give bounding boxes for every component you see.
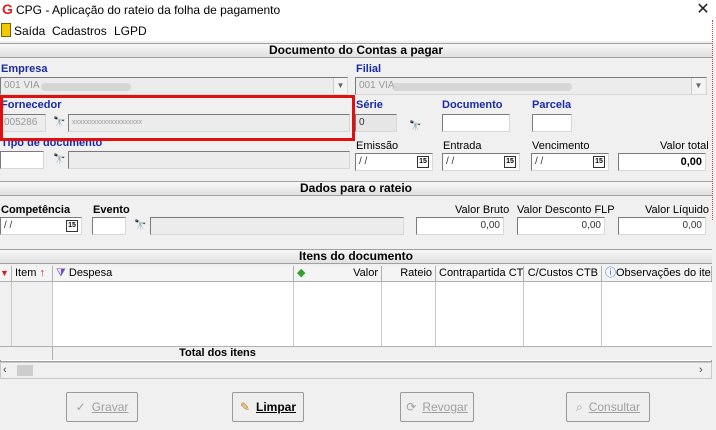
calendar-icon[interactable]: 15 [417,156,429,168]
valor-bruto-label: Valor Bruto [455,204,510,216]
entrada-label: Entrada [443,140,482,152]
gravar-button[interactable]: ✓ Gravar [66,392,138,422]
binoculars-icon[interactable]: 🔭 [53,154,65,165]
close-button[interactable]: ✕ [690,0,716,20]
horizontal-scrollbar[interactable]: ‹ › [0,362,712,379]
total-itens-label: Total dos itens [179,347,256,359]
valor-liquido-field[interactable]: 0,00 [618,217,706,235]
calendar-icon[interactable]: 15 [66,220,78,232]
menu-cadastros[interactable]: Cadastros [52,24,107,38]
contrapartida-col [436,282,524,346]
valor-bruto-field[interactable]: 0,00 [416,217,504,235]
scrollbar-thumb[interactable] [17,365,33,376]
binoculars-icon[interactable]: 🔭 [409,121,421,132]
sort-icon: ↑ [39,267,45,279]
menu-saida[interactable]: Saída [14,24,45,38]
limpar-button[interactable]: ✎ Limpar [232,392,304,422]
empresa-select[interactable]: 001 VIA [0,77,348,95]
valor-desconto-label: Valor Desconto FLP [517,204,615,216]
door-icon [1,23,11,37]
menu-lgpd[interactable]: LGPD [114,24,147,38]
refresh-icon: ⟳ [406,400,417,414]
filial-select[interactable]: 001 VIA [355,77,707,95]
section-documento-header: Documento do Contas a pagar [0,43,712,58]
window-title: CPG - Aplicação do rateio da folha de pa… [16,3,281,17]
chevron-down-icon[interactable]: ▼ [691,78,705,94]
valor-desconto-field[interactable]: 0,00 [517,217,605,235]
custos-col [524,282,602,346]
empresa-label: Empresa [1,63,48,75]
column-contrapartida[interactable]: Contrapartida CTB [436,266,524,282]
evento-label: Evento [93,204,130,216]
serie-label: Série [356,99,383,111]
title-bar: G CPG - Aplicação do rateio da folha de … [0,0,716,20]
rateio-col [382,282,436,346]
column-observacoes[interactable]: ⓘObservações do iter [602,266,712,282]
evento-code-field[interactable] [92,217,126,235]
valor-total-label: Valor total [660,140,709,152]
serie-field[interactable]: 0 [355,114,397,132]
background-window-edge [712,20,716,220]
total-row: Total dos itens [0,346,712,360]
scroll-right-icon[interactable]: › [699,364,703,376]
competencia-label: Competência [1,204,71,216]
calendar-icon[interactable]: 15 [504,156,516,168]
chevron-down-icon[interactable]: ▼ [333,78,347,94]
filial-label: Filial [356,63,382,75]
search-icon: ⌕ [575,399,583,414]
column-rateio[interactable]: Rateio [382,266,436,282]
row-indicator-col [0,282,12,346]
emissao-label: Emissão [356,140,399,152]
sort-desc-icon: ▼ [0,266,12,282]
valor-col [294,282,382,346]
calendar-icon[interactable]: 15 [593,156,605,168]
item-col [12,282,53,346]
revogar-button[interactable]: ⟳ Revogar [400,392,474,422]
tipo-documento-name-field[interactable] [68,151,350,169]
parcela-label: Parcela [532,99,572,111]
tipo-documento-code-field[interactable] [0,151,44,169]
money-icon: ◆ [297,267,306,279]
column-valor[interactable]: ◆ Valor [294,266,382,282]
binoculars-icon[interactable]: 🔭 [134,220,146,231]
section-itens-header: Itens do documento [0,249,712,264]
info-icon: ⓘ [605,267,616,279]
valor-total-field[interactable]: 0,00 [618,153,706,171]
check-icon: ✓ [75,400,86,414]
highlight-box [0,95,355,141]
observacoes-col [602,282,712,346]
consultar-button[interactable]: ⌕ Consultar [566,392,650,422]
vencimento-label: Vencimento [532,140,590,152]
section-rateio-header: Dados para o rateio [0,181,712,196]
column-custos[interactable]: C/Custos CTB [524,266,602,282]
parcela-field[interactable] [532,114,572,132]
documento-label: Documento [442,99,503,111]
menu-bar: Saída Cadastros LGPD [0,20,716,41]
column-despesa[interactable]: ⧩ Despesa [53,266,294,282]
documento-field[interactable] [442,114,510,132]
scroll-left-icon[interactable]: ‹ [3,364,7,376]
filter-icon: ⧩ [56,267,66,279]
eraser-icon: ✎ [239,400,251,414]
valor-liquido-label: Valor Líquido [645,204,710,216]
app-logo-icon: G [2,1,13,17]
column-item[interactable]: Item ↑ [12,266,53,282]
despesa-col [53,282,294,346]
evento-name-field[interactable] [150,217,404,235]
